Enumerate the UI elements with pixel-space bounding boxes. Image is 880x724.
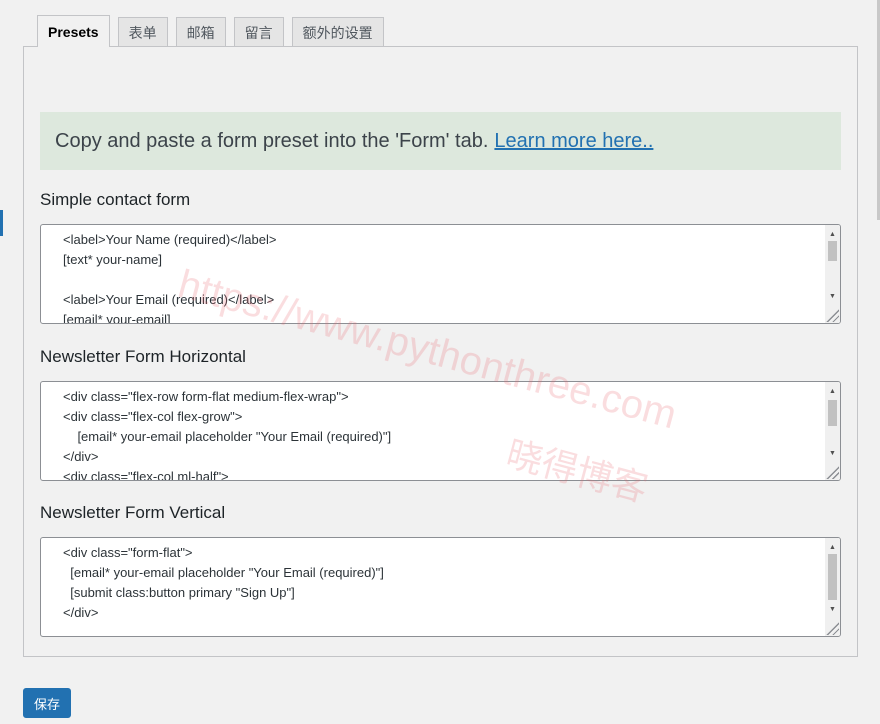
code-line: <label>Your Email (required)</label> [63, 292, 275, 307]
code-line: <div class="flex-col flex-grow"> [63, 409, 243, 424]
section-title-newsletter-vertical: Newsletter Form Vertical [40, 503, 226, 522]
scroll-thumb[interactable] [828, 400, 837, 426]
preset-code-newsletter-vertical[interactable]: <div class="form-flat"> [email* your-ema… [40, 537, 841, 637]
admin-menu-edge [0, 210, 3, 236]
code-line: <div class="flex-row form-flat medium-fl… [63, 389, 349, 404]
scroll-thumb[interactable] [828, 241, 837, 261]
preset-code-simple-contact[interactable]: <label>Your Name (required)</label> [tex… [40, 224, 841, 324]
tab-mail[interactable]: 邮箱 [175, 17, 226, 47]
scroll-down-arrow-icon[interactable]: ▼ [825, 289, 840, 303]
code-line: <label>Your Name (required)</label> [63, 232, 277, 247]
resize-grip-icon[interactable] [825, 621, 839, 635]
resize-grip-icon[interactable] [825, 308, 839, 322]
notice-text: Copy and paste a form preset into the 'F… [55, 129, 489, 152]
section-title-simple-contact: Simple contact form [40, 190, 191, 209]
code-lines: <label>Your Name (required)</label> [tex… [63, 230, 820, 324]
tab-form[interactable]: 表单 [117, 17, 168, 47]
code-lines: <div class="flex-row form-flat medium-fl… [63, 387, 820, 481]
learn-more-link[interactable]: Learn more here.. [494, 130, 653, 153]
scroll-down-arrow-icon[interactable]: ▼ [825, 602, 840, 616]
code-lines: <div class="form-flat"> [email* your-ema… [63, 543, 820, 636]
info-notice: Copy and paste a form preset into the 'F… [40, 112, 841, 170]
code-line: <div class="form-flat"> [63, 545, 193, 560]
settings-tabs: Presets 表单 邮箱 留言 额外的设置 [37, 15, 384, 47]
code-line: [email* your-email placeholder "Your Ema… [63, 429, 392, 444]
tab-messages[interactable]: 留言 [233, 17, 284, 47]
code-line: <div class="flex-col ml-half"> [63, 469, 229, 481]
resize-grip-icon[interactable] [825, 465, 839, 479]
code-line: [submit class:button primary "Sign Up"] [63, 585, 295, 600]
section-title-newsletter-horizontal: Newsletter Form Horizontal [40, 347, 246, 366]
tab-additional-settings[interactable]: 额外的设置 [291, 17, 384, 47]
code-line: </div> [63, 605, 99, 620]
save-button[interactable]: 保存 [23, 688, 71, 718]
preset-code-newsletter-horizontal[interactable]: <div class="flex-row form-flat medium-fl… [40, 381, 841, 481]
code-line: [email* your-email placeholder "Your Ema… [63, 565, 384, 580]
presets-panel: Copy and paste a form preset into the 'F… [23, 46, 858, 657]
tab-presets[interactable]: Presets [37, 15, 110, 47]
code-line: </div> [63, 449, 99, 464]
scroll-down-arrow-icon[interactable]: ▼ [825, 446, 840, 460]
code-line: [text* your-name] [63, 252, 162, 267]
scroll-up-arrow-icon[interactable]: ▲ [825, 540, 840, 554]
code-line: [email* your-email] [63, 312, 171, 324]
scroll-up-arrow-icon[interactable]: ▲ [825, 227, 840, 241]
scroll-up-arrow-icon[interactable]: ▲ [825, 384, 840, 398]
scroll-thumb[interactable] [828, 554, 837, 600]
